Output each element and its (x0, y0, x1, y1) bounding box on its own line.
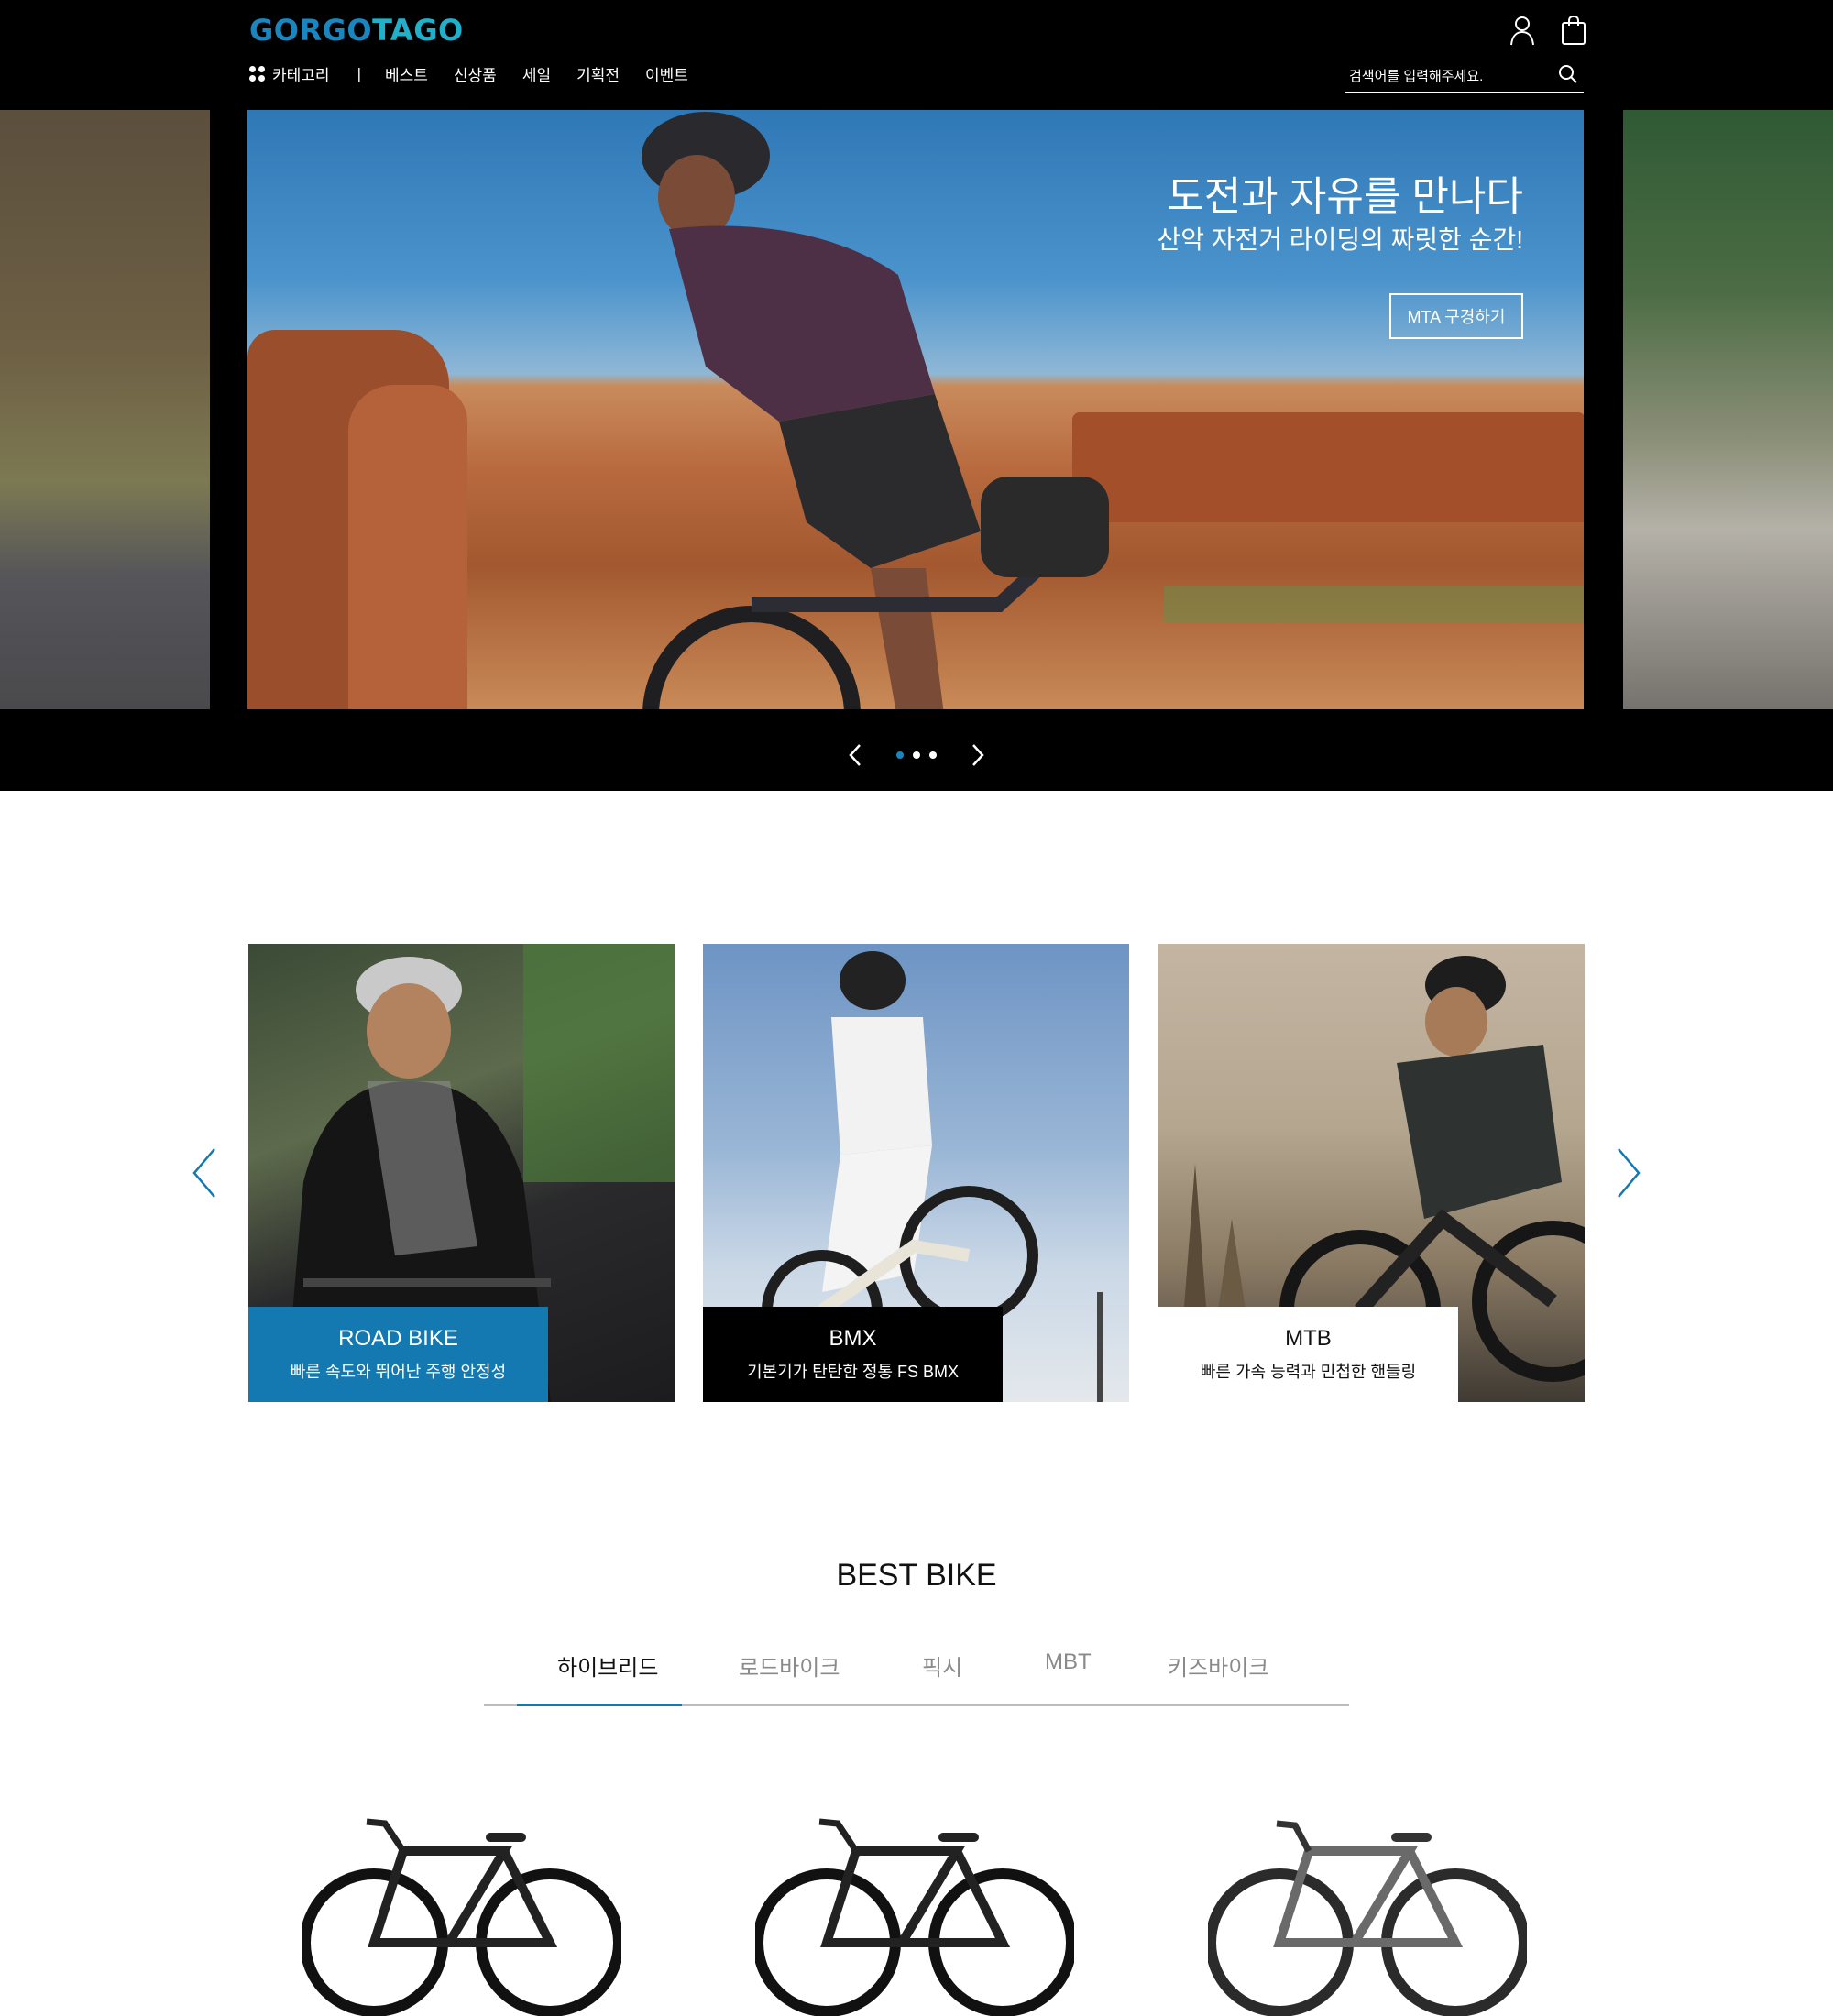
header-icons (1509, 15, 1587, 46)
category-cards: ROAD BIKE 빠른 속도와 뛰어난 주행 안정성 BMX 기본기가 탄탄한… (248, 944, 1585, 1402)
hero-title: 도전과 자유를 만나다 (1167, 174, 1523, 219)
cards-next-arrow-icon[interactable] (1613, 1145, 1644, 1200)
nav-separator: | (357, 64, 361, 82)
hero-rock-shape-2 (348, 385, 467, 709)
product-bike-image[interactable] (755, 1814, 1074, 2016)
category-title: BMX (829, 1326, 877, 1351)
search-input[interactable] (1349, 66, 1542, 86)
hero-slide[interactable]: 도전과 자유를 만나다 산악 자전거 라이딩의 짜릿한 순간! MTA 구경하기 (247, 110, 1584, 709)
hero-dot-1[interactable] (896, 751, 904, 759)
best-bike-tabs: 하이브리드 로드바이크 픽시 MBT 키즈바이크 (484, 1644, 1349, 1706)
tab-road-bike[interactable]: 로드바이크 (739, 1649, 840, 1682)
hero-mesa-shape (1072, 412, 1584, 522)
hero-cyclist-image (642, 112, 1109, 709)
chevron-left-icon[interactable] (843, 742, 869, 768)
category-card-label: ROAD BIKE 빠른 속도와 뛰어난 주행 안정성 (248, 1307, 548, 1402)
nav-item-new[interactable]: 신상품 (454, 62, 497, 85)
tab-hybrid[interactable]: 하이브리드 (557, 1649, 658, 1682)
active-tab-indicator (517, 1704, 682, 1706)
chevron-right-icon[interactable] (964, 742, 990, 768)
nav-category-label: 카테고리 (272, 67, 330, 84)
hero-carousel: 도전과 자유를 만나다 산악 자전거 라이딩의 짜릿한 순간! MTA 구경하기 (0, 110, 1833, 791)
user-icon[interactable] (1509, 15, 1536, 46)
logo[interactable]: GORGOTAGO (249, 13, 464, 48)
nav-item-event[interactable]: 이벤트 (645, 62, 688, 85)
cards-prev-arrow-icon[interactable] (189, 1145, 220, 1200)
nav-item-sale[interactable]: 세일 (522, 62, 551, 85)
hero-vegetation-shape (1164, 586, 1584, 623)
best-bike-title: BEST BIKE (836, 1558, 997, 1593)
hero-controls (843, 742, 990, 770)
search-icon[interactable] (1558, 64, 1578, 84)
hero-cta-button[interactable]: MTA 구경하기 (1389, 293, 1523, 339)
main-nav: 카테고리 | 베스트 신상품 세일 기획전 이벤트 (249, 62, 714, 85)
tab-mbt[interactable]: MBT (1045, 1649, 1092, 1675)
product-bike-image[interactable] (302, 1814, 621, 2016)
nav-item-best[interactable]: 베스트 (385, 62, 428, 85)
best-bike-products (302, 1805, 1531, 2016)
nav-category[interactable]: 카테고리 (249, 62, 330, 85)
site-header: GORGOTAGO 카테고리 | 베스트 신상품 세일 기획전 이벤트 (0, 0, 1833, 110)
hero-dot-3[interactable] (929, 751, 937, 759)
category-card-mtb[interactable]: MTB 빠른 가속 능력과 민첩한 핸들링 (1158, 944, 1585, 1402)
category-grid-icon (249, 66, 265, 82)
nav-item-special[interactable]: 기획전 (576, 62, 620, 85)
category-title: ROAD BIKE (338, 1326, 458, 1351)
product-bike-image[interactable] (1208, 1814, 1527, 2016)
category-subtitle: 빠른 속도와 뛰어난 주행 안정성 (290, 1363, 507, 1381)
category-title: MTB (1285, 1326, 1332, 1351)
category-card-label: BMX 기본기가 탄탄한 정통 FS BMX (703, 1307, 1003, 1402)
tab-kids-bike[interactable]: 키즈바이크 (1168, 1649, 1268, 1682)
category-card-bmx[interactable]: BMX 기본기가 탄탄한 정통 FS BMX (703, 944, 1129, 1402)
search-bar (1345, 59, 1584, 93)
logo-part-1: GORGO (249, 13, 373, 48)
hero-pagination (896, 751, 937, 759)
category-card-road-bike[interactable]: ROAD BIKE 빠른 속도와 뛰어난 주행 안정성 (248, 944, 675, 1402)
hero-next-slide-peek[interactable] (1623, 110, 1833, 709)
hero-subtitle: 산악 자전거 라이딩의 짜릿한 순간! (1157, 225, 1523, 254)
hero-dot-2[interactable] (913, 751, 920, 759)
tab-fixie[interactable]: 픽시 (922, 1649, 962, 1682)
category-subtitle: 기본기가 탄탄한 정통 FS BMX (746, 1363, 960, 1381)
logo-part-2: TAGO (372, 13, 464, 48)
category-card-label: MTB 빠른 가속 능력과 민첩한 핸들링 (1158, 1307, 1458, 1402)
shopping-bag-icon[interactable] (1560, 15, 1587, 46)
category-subtitle: 빠른 가속 능력과 민첩한 핸들링 (1200, 1363, 1417, 1381)
hero-prev-slide-peek[interactable] (0, 110, 210, 709)
